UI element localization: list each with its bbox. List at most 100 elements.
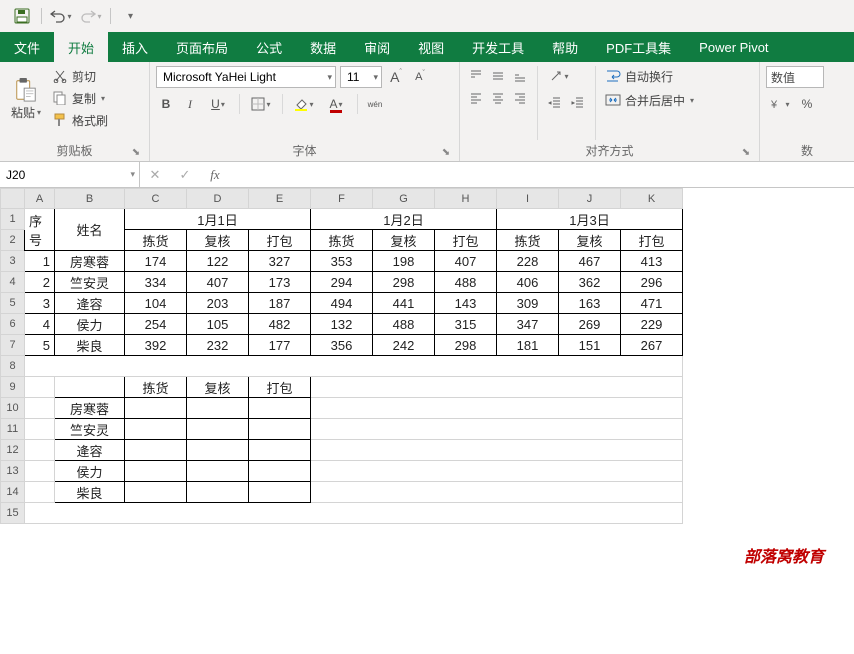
cell[interactable]: 复核	[559, 230, 621, 251]
cell[interactable]: 334	[125, 272, 187, 293]
cut-button[interactable]: 剪切	[50, 66, 110, 86]
cell[interactable]	[311, 377, 683, 398]
cell[interactable]: 拣货	[125, 377, 187, 398]
align-bottom-button[interactable]	[510, 66, 530, 86]
confirm-formula-button[interactable]: ✓	[170, 162, 200, 187]
cell[interactable]	[249, 482, 311, 503]
row-header[interactable]: 10	[1, 398, 25, 419]
row-header[interactable]: 15	[1, 503, 25, 524]
fill-color-button[interactable]: ▾	[290, 94, 318, 114]
cell[interactable]: 序号	[25, 209, 55, 251]
cell[interactable]: 362	[559, 272, 621, 293]
cell[interactable]: 298	[373, 272, 435, 293]
tab-developer[interactable]: 开发工具	[458, 32, 538, 62]
col-header[interactable]: D	[187, 189, 249, 209]
cell[interactable]: 482	[249, 314, 311, 335]
cell[interactable]: 姓名	[55, 209, 125, 251]
cell[interactable]	[125, 461, 187, 482]
cell[interactable]	[187, 440, 249, 461]
cell[interactable]: 拣货	[125, 230, 187, 251]
row-header[interactable]: 5	[1, 293, 25, 314]
tab-review[interactable]: 审阅	[350, 32, 404, 62]
font-color-button[interactable]: A▾	[322, 94, 350, 114]
cell[interactable]: 柴良	[55, 335, 125, 356]
redo-button[interactable]: ▾	[77, 2, 105, 30]
cell[interactable]: 1月1日	[125, 209, 311, 230]
cell[interactable]	[25, 419, 55, 440]
orientation-button[interactable]: ▾	[545, 66, 573, 86]
cell[interactable]: 5	[25, 335, 55, 356]
cell[interactable]: 打包	[249, 230, 311, 251]
cell[interactable]: 406	[497, 272, 559, 293]
row-header[interactable]: 6	[1, 314, 25, 335]
format-painter-button[interactable]: 格式刷	[50, 110, 110, 130]
cell[interactable]: 488	[373, 314, 435, 335]
font-size-combo[interactable]: ▾	[340, 66, 382, 88]
cell[interactable]: 柴良	[55, 482, 125, 503]
cell[interactable]	[249, 398, 311, 419]
ruby-button[interactable]: wén	[365, 94, 385, 114]
col-header[interactable]: B	[55, 189, 125, 209]
cell[interactable]: 竺安灵	[55, 419, 125, 440]
cell[interactable]	[25, 356, 683, 377]
formula-input[interactable]	[230, 162, 854, 187]
cell[interactable]: 392	[125, 335, 187, 356]
row-header[interactable]: 12	[1, 440, 25, 461]
cell[interactable]	[311, 419, 683, 440]
cell[interactable]	[25, 440, 55, 461]
accounting-format-button[interactable]: ¥▾	[766, 94, 794, 114]
col-header[interactable]: K	[621, 189, 683, 209]
cell[interactable]	[125, 419, 187, 440]
tab-home[interactable]: 开始	[54, 32, 108, 62]
copy-button[interactable]: 复制▾	[50, 88, 110, 108]
align-left-button[interactable]	[466, 88, 486, 108]
align-top-button[interactable]	[466, 66, 486, 86]
cell[interactable]: 逄容	[55, 440, 125, 461]
col-header[interactable]: A	[25, 189, 55, 209]
cell[interactable]: 房寒蓉	[55, 398, 125, 419]
cell[interactable]: 177	[249, 335, 311, 356]
cell[interactable]	[311, 482, 683, 503]
row-header[interactable]: 8	[1, 356, 25, 377]
row-header[interactable]: 11	[1, 419, 25, 440]
cell[interactable]: 229	[621, 314, 683, 335]
cell[interactable]	[25, 377, 55, 398]
cell[interactable]	[25, 482, 55, 503]
cell[interactable]: 413	[621, 251, 683, 272]
cell[interactable]	[311, 440, 683, 461]
font-name-combo[interactable]: ▾	[156, 66, 336, 88]
wrap-text-button[interactable]: 自动换行	[603, 66, 696, 86]
cell[interactable]: 4	[25, 314, 55, 335]
cell[interactable]	[25, 398, 55, 419]
row-header[interactable]: 13	[1, 461, 25, 482]
cell[interactable]: 298	[435, 335, 497, 356]
row-header[interactable]: 14	[1, 482, 25, 503]
row-header[interactable]: 4	[1, 272, 25, 293]
cell[interactable]: 254	[125, 314, 187, 335]
insert-function-button[interactable]: fx	[200, 162, 230, 187]
cell[interactable]	[187, 461, 249, 482]
col-header[interactable]: J	[559, 189, 621, 209]
col-header[interactable]: G	[373, 189, 435, 209]
cell[interactable]: 侯力	[55, 461, 125, 482]
cell[interactable]: 441	[373, 293, 435, 314]
cell[interactable]	[311, 398, 683, 419]
cell[interactable]	[249, 461, 311, 482]
cell[interactable]	[125, 482, 187, 503]
cell[interactable]: 407	[435, 251, 497, 272]
cell[interactable]: 163	[559, 293, 621, 314]
cell[interactable]: 315	[435, 314, 497, 335]
cell[interactable]: 打包	[621, 230, 683, 251]
cell[interactable]: 327	[249, 251, 311, 272]
cell[interactable]: 242	[373, 335, 435, 356]
name-box[interactable]: ▾	[0, 162, 140, 187]
cell[interactable]: 309	[497, 293, 559, 314]
cell[interactable]	[125, 398, 187, 419]
cell[interactable]: 1月2日	[311, 209, 497, 230]
cell[interactable]: 407	[187, 272, 249, 293]
tab-formulas[interactable]: 公式	[242, 32, 296, 62]
cell[interactable]: 181	[497, 335, 559, 356]
cell[interactable]: 203	[187, 293, 249, 314]
row-header[interactable]: 7	[1, 335, 25, 356]
tab-data[interactable]: 数据	[296, 32, 350, 62]
